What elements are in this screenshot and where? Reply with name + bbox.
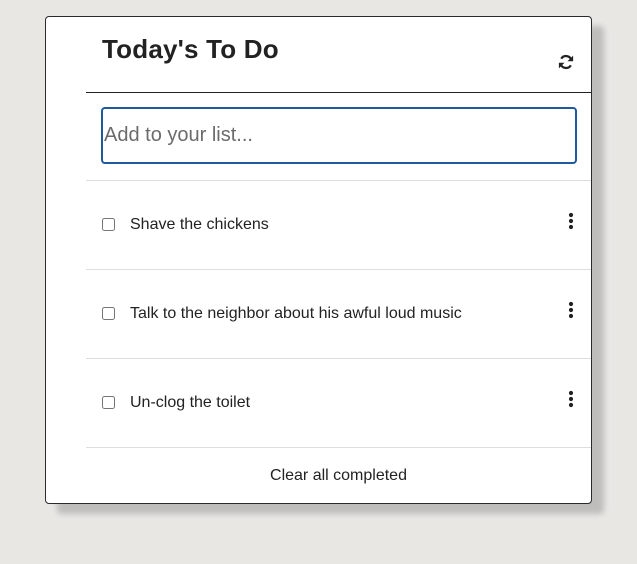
add-item-input[interactable] — [101, 107, 577, 164]
item-checkbox[interactable] — [102, 218, 115, 231]
more-vertical-icon[interactable] — [565, 301, 577, 319]
page-title: Today's To Do — [102, 34, 279, 64]
todo-footer: Clear all completed — [86, 447, 591, 506]
item-label: Shave the chickens — [130, 216, 269, 233]
list-item: Un-clog the toilet — [86, 358, 591, 447]
todo-list: Shave the chickens Talk to the neighbor … — [86, 180, 591, 447]
more-vertical-icon[interactable] — [565, 390, 577, 408]
list-item: Shave the chickens — [86, 180, 591, 269]
item-checkbox[interactable] — [102, 307, 115, 320]
more-vertical-icon[interactable] — [565, 212, 577, 230]
item-checkbox[interactable] — [102, 396, 115, 409]
refresh-icon[interactable] — [557, 53, 575, 71]
todo-card: Today's To Do Shave the chickens Talk to… — [45, 16, 592, 504]
todo-header: Today's To Do — [86, 17, 591, 93]
item-label: Un-clog the toilet — [130, 394, 251, 411]
item-label: Talk to the neighbor about his awful lou… — [130, 305, 462, 322]
clear-completed-button[interactable]: Clear all completed — [86, 467, 591, 485]
add-item-field — [101, 107, 577, 164]
list-item: Talk to the neighbor about his awful lou… — [86, 269, 591, 358]
